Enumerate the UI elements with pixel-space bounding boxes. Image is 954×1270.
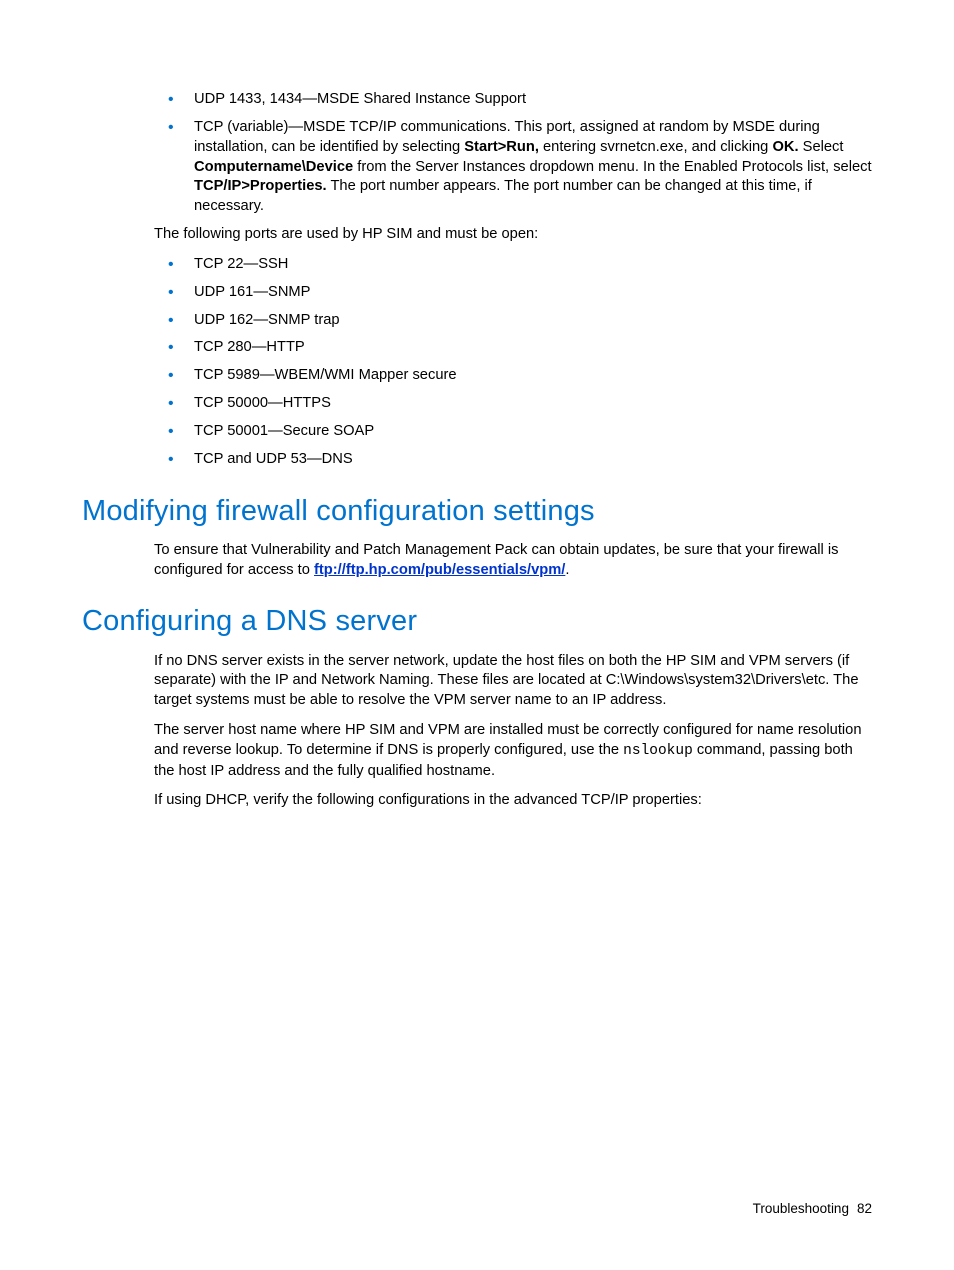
list-item-text-part: Select	[799, 139, 844, 155]
list-item: UDP 161—SNMP	[154, 283, 872, 303]
dns-para-3: If using DHCP, verify the following conf…	[154, 791, 872, 811]
list-item-text: TCP 22—SSH	[194, 256, 288, 272]
list-item-text: TCP 5989—WBEM/WMI Mapper secure	[194, 367, 457, 383]
footer-section-name: Troubleshooting	[753, 1201, 849, 1216]
hp-sim-ports-list: TCP 22—SSH UDP 161—SNMP UDP 162—SNMP tra…	[154, 255, 872, 470]
bold-text: Start>Run,	[464, 139, 539, 155]
list-item: TCP 280—HTTP	[154, 338, 872, 358]
list-item: UDP 162—SNMP trap	[154, 311, 872, 331]
list-item-text: UDP 1433, 1434—MSDE Shared Instance Supp…	[194, 91, 526, 107]
footer-page-number: 82	[857, 1201, 872, 1216]
paragraph-text: .	[565, 562, 569, 578]
monospace-command: nslookup	[623, 743, 693, 759]
msde-ports-list: UDP 1433, 1434—MSDE Shared Instance Supp…	[154, 90, 872, 217]
list-item-text: TCP 50001—Secure SOAP	[194, 423, 374, 439]
list-item-text-part: from the Server Instances dropdown menu.…	[353, 159, 871, 175]
firewall-config-para: To ensure that Vulnerability and Patch M…	[154, 541, 872, 581]
bold-text: Computername\Device	[194, 159, 353, 175]
list-item: TCP and UDP 53—DNS	[154, 450, 872, 470]
bold-text: TCP/IP>Properties.	[194, 178, 327, 194]
page-footer: Troubleshooting 82	[753, 1200, 872, 1218]
list-item-text: UDP 161—SNMP	[194, 284, 310, 300]
list-item: TCP 22—SSH	[154, 255, 872, 275]
dns-para-1: If no DNS server exists in the server ne…	[154, 652, 872, 712]
list-item-text: TCP 280—HTTP	[194, 339, 305, 355]
list-item: UDP 1433, 1434—MSDE Shared Instance Supp…	[154, 90, 872, 110]
list-item-text: UDP 162—SNMP trap	[194, 312, 340, 328]
ftp-link[interactable]: ftp://ftp.hp.com/pub/essentials/vpm/	[314, 562, 565, 578]
list-item: TCP 50001—Secure SOAP	[154, 422, 872, 442]
bold-text: OK.	[772, 139, 798, 155]
heading-firewall-config: Modifying firewall configuration setting…	[82, 492, 872, 531]
list-item: TCP 50000—HTTPS	[154, 394, 872, 414]
list-item-text: TCP 50000—HTTPS	[194, 395, 331, 411]
heading-dns-server: Configuring a DNS server	[82, 602, 872, 641]
dns-para-2: The server host name where HP SIM and VP…	[154, 721, 872, 781]
list-item-text: TCP and UDP 53—DNS	[194, 451, 353, 467]
list-item: TCP (variable)—MSDE TCP/IP communication…	[154, 118, 872, 217]
list-item: TCP 5989—WBEM/WMI Mapper secure	[154, 366, 872, 386]
list-item-text-part: entering svrnetcn.exe, and clicking	[539, 139, 773, 155]
hp-sim-ports-intro: The following ports are used by HP SIM a…	[154, 225, 872, 245]
